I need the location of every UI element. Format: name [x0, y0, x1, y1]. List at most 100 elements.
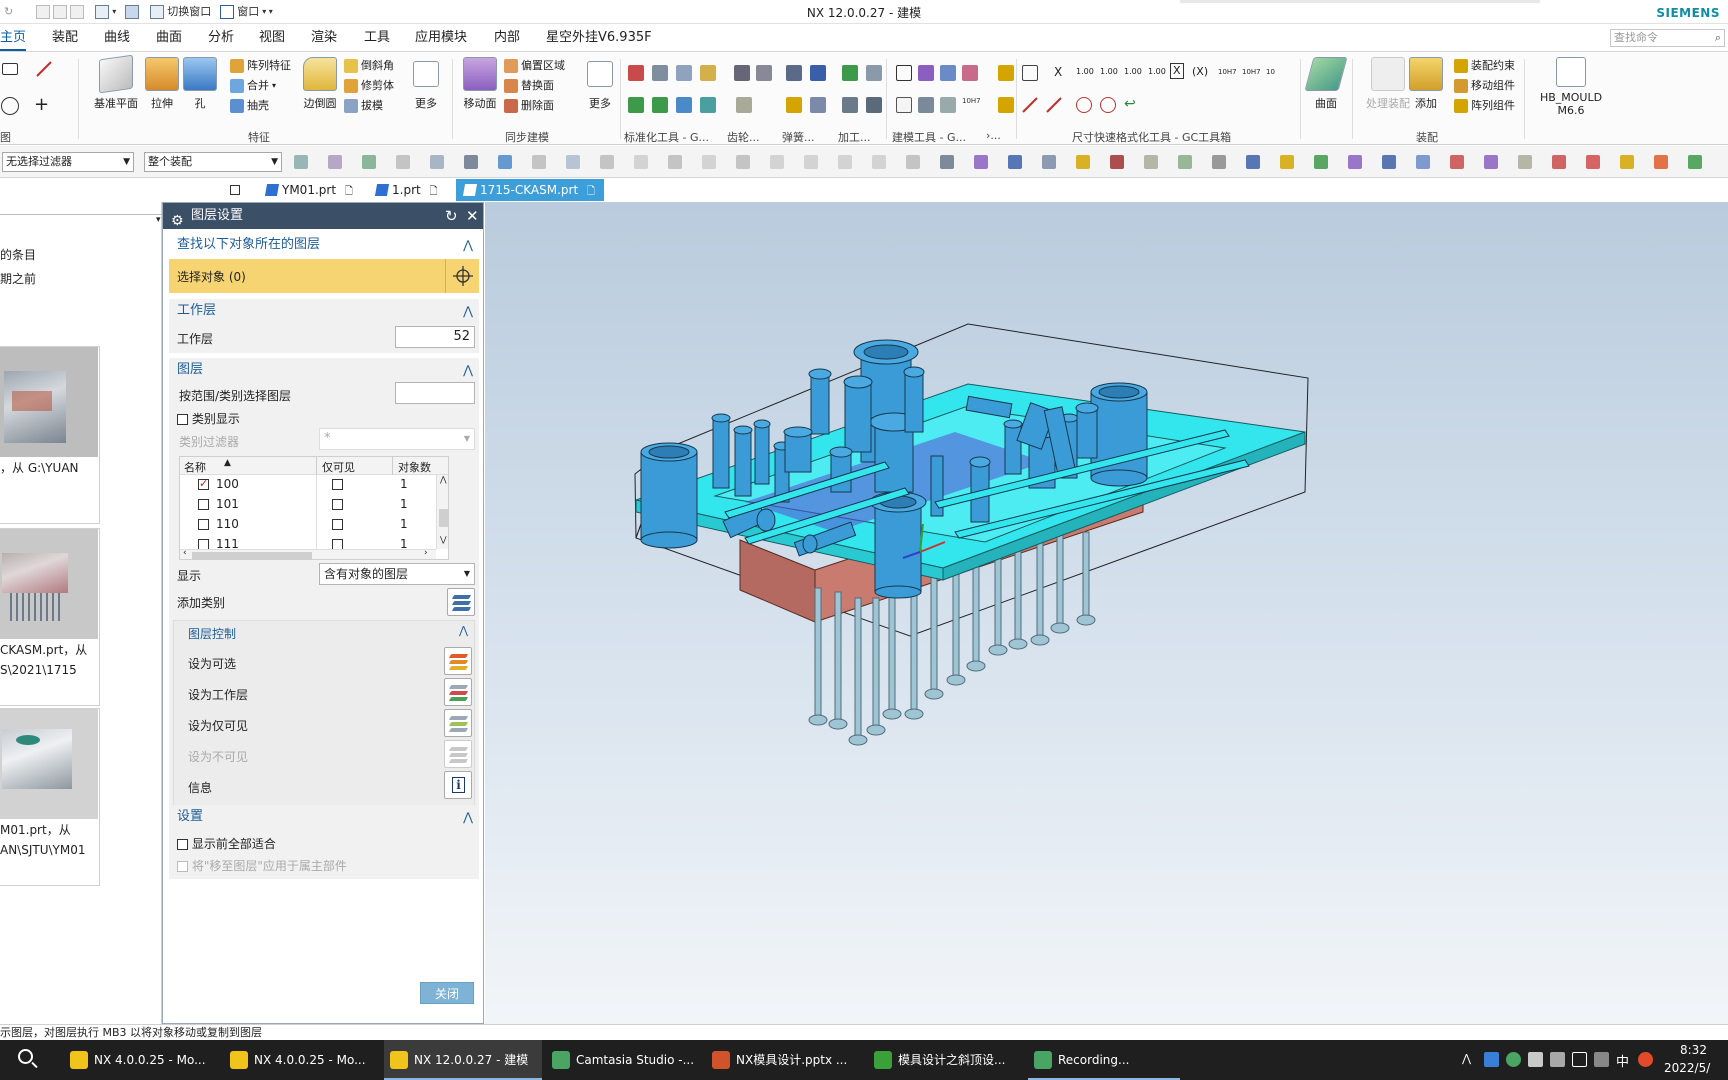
selection-scope-dropdown[interactable]: 整个装配 ▼ — [144, 152, 282, 172]
chevron-up-icon[interactable]: ⋀ — [1462, 1052, 1471, 1065]
clock-time[interactable]: 8:32 — [1680, 1043, 1707, 1057]
modeling-tool-icon[interactable] — [962, 65, 978, 81]
add-component-button[interactable]: 添加 — [1402, 57, 1450, 111]
recent-part-card[interactable]: ，从 G:\YUAN — [0, 346, 100, 524]
edge-blend-button[interactable]: 边倒圆 — [296, 57, 344, 111]
doc-tab-active[interactable]: 1715-CKASM.prt 🗋 ✕ — [456, 179, 604, 221]
tab-analysis[interactable]: 分析 — [208, 25, 234, 51]
taskbar-app-button[interactable]: 模具设计之斜顶设... — [868, 1040, 1020, 1080]
tab-surface[interactable]: 曲面 — [156, 25, 182, 51]
taskbar-app-button[interactable]: Recording... — [1028, 1040, 1180, 1080]
dim-glyph[interactable]: X — [1054, 63, 1062, 81]
set-invisible-button[interactable] — [444, 740, 472, 768]
dim-glyph[interactable]: 1.00 — [1124, 63, 1142, 81]
hole-button[interactable]: 孔 — [176, 57, 224, 111]
tab-xingkong-plugin[interactable]: 星空外挂V6.935F — [546, 25, 652, 51]
toolbar-tool-icon[interactable] — [668, 155, 682, 169]
app-tray-icon[interactable] — [1550, 1052, 1565, 1067]
horizontal-scrollbar[interactable]: ‹ › — [180, 548, 436, 559]
spring-icon[interactable] — [810, 65, 826, 81]
graphics-viewport[interactable] — [485, 202, 1728, 1024]
machining-icon[interactable] — [842, 97, 858, 113]
rectangle-icon[interactable] — [2, 63, 18, 75]
shell-button[interactable]: 抽壳 — [230, 97, 269, 115]
toolbar-tool-icon[interactable] — [362, 155, 376, 169]
select-object-row[interactable]: 选择对象 (0) — [169, 259, 479, 293]
spring-icon[interactable] — [810, 97, 826, 113]
spring-icon[interactable] — [786, 65, 802, 81]
tab-curve[interactable]: 曲线 — [104, 25, 130, 51]
toolbar-tool-icon[interactable] — [1552, 155, 1566, 169]
toolbar-tool-icon[interactable] — [1518, 155, 1532, 169]
dimension-tool-icon[interactable] — [1046, 97, 1062, 113]
close-icon[interactable]: ✕ — [466, 203, 479, 229]
dimension-tool-icon[interactable]: ↩ — [1124, 97, 1140, 113]
dim-glyph[interactable]: 10H7 — [1242, 63, 1261, 81]
layer-visibility-checkbox[interactable] — [198, 477, 209, 490]
toolbar-tool-icon[interactable] — [974, 155, 988, 169]
replace-face-button[interactable]: 替换面 — [504, 77, 554, 95]
layer-row[interactable]: 100 1 — [180, 475, 436, 495]
toolbar-tool-icon[interactable] — [702, 155, 716, 169]
standard-part-icon[interactable] — [676, 65, 692, 81]
apply-to-owner-checkbox[interactable]: 将"移至图层"应用于属主部件 — [177, 857, 347, 874]
recent-part-card[interactable]: M01.prt，从 AN\SJTU\YM01 — [0, 708, 100, 886]
layer-visibility-checkbox[interactable] — [198, 499, 209, 510]
circle-icon[interactable] — [1, 97, 19, 115]
toolbar-tool-icon[interactable] — [1212, 155, 1226, 169]
toolbar-tool-icon[interactable] — [498, 155, 512, 169]
layer-row[interactable]: 101 1 — [180, 495, 436, 515]
machining-icon[interactable] — [866, 65, 882, 81]
display-dropdown[interactable]: 含有对象的图层 ▼ — [319, 563, 475, 585]
modeling-tool-icon[interactable] — [998, 65, 1014, 81]
toolbar-tool-icon[interactable] — [328, 155, 342, 169]
toolbar-tool-icon[interactable] — [566, 155, 580, 169]
toolbar-tool-icon[interactable] — [1314, 155, 1328, 169]
history-filter-item[interactable]: 期之前 — [0, 270, 36, 287]
layer-visibility-checkbox[interactable] — [198, 559, 209, 560]
toolbar-tool-icon[interactable] — [736, 155, 750, 169]
move-face-button[interactable]: 移动面 — [456, 57, 504, 111]
offset-region-button[interactable]: 偏置区域 — [504, 57, 565, 75]
tab-internal[interactable]: 内部 — [494, 25, 520, 51]
search-taskbar-button[interactable] — [0, 1040, 54, 1080]
unite-button[interactable]: 合并 ▾ — [230, 77, 276, 95]
visible-only-checkbox[interactable] — [332, 499, 343, 510]
gear-tool-icon[interactable] — [736, 97, 752, 113]
visible-only-checkbox[interactable] — [332, 479, 343, 490]
collapse-icon[interactable]: ⋀ — [463, 299, 473, 323]
column-name[interactable]: 名称 — [184, 459, 206, 475]
toolbar-tool-icon[interactable] — [1076, 155, 1090, 169]
tab-tools[interactable]: 工具 — [364, 25, 390, 51]
layer-row[interactable]: 110 1 — [180, 515, 436, 535]
move-component-button[interactable]: 移动组件 — [1454, 77, 1515, 95]
dim-glyph[interactable]: X — [1170, 63, 1184, 79]
visible-only-checkbox[interactable] — [332, 559, 343, 560]
toolbar-tool-icon[interactable] — [464, 155, 478, 169]
toolbar-tool-icon[interactable] — [1110, 155, 1124, 169]
column-visible-only[interactable]: 仅可见 — [322, 459, 355, 475]
toolbar-tool-icon[interactable] — [600, 155, 614, 169]
settings-section-header[interactable]: 设置 ⋀ — [169, 805, 479, 829]
standard-part-icon[interactable] — [628, 97, 644, 113]
toolbar-tool-icon[interactable] — [430, 155, 444, 169]
network-icon[interactable] — [1572, 1052, 1587, 1067]
dimension-tool-icon[interactable] — [1100, 97, 1116, 113]
spring-icon[interactable] — [786, 97, 802, 113]
doc-tab[interactable]: YM01.prt 🗋 — [258, 179, 360, 201]
gear-tool-icon[interactable] — [734, 65, 750, 81]
dim-glyph[interactable]: 1.00 — [1076, 63, 1094, 81]
window-restore-icon[interactable] — [230, 185, 240, 195]
taskbar-app-button[interactable]: NX 4.0.0.25 - Mo... — [64, 1040, 214, 1080]
line-icon[interactable] — [36, 61, 52, 77]
pattern-feature-button[interactable]: 阵列特征 — [230, 57, 291, 75]
layer-visibility-checkbox[interactable] — [198, 519, 209, 530]
hb-mould-button[interactable]: HB_MOULD M6.6 — [1536, 57, 1606, 117]
fit-all-checkbox[interactable]: 显示前全部适合 — [177, 835, 276, 852]
taskbar-app-button[interactable]: NX 4.0.0.25 - Mo... — [224, 1040, 374, 1080]
modeling-tool-icon[interactable] — [896, 97, 912, 113]
doc-tab[interactable]: 1.prt 🗋 — [368, 179, 450, 201]
collapse-icon[interactable]: ⋀ — [459, 624, 468, 637]
toolbar-tool-icon[interactable] — [294, 155, 308, 169]
toolbar-tool-icon[interactable] — [1654, 155, 1668, 169]
